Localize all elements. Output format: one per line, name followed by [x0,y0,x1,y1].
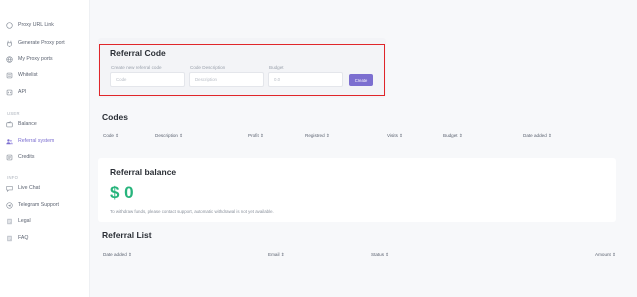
code-input[interactable]: Code [110,72,185,87]
sidebar-item-api[interactable]: API [6,86,26,98]
telegram-icon [6,201,13,209]
sidebar-item-proxy-url-link[interactable]: Proxy URL Link [6,19,54,31]
withdraw-note: To withdraw funds, please contact suppor… [110,209,274,214]
balance-amount: $ 0 [110,183,134,202]
codes-col-visits[interactable]: Visits ⇕ [387,133,403,139]
wallet-icon [6,120,13,128]
codes-col-registred[interactable]: Registred ⇕ [305,133,330,139]
sidebar-item-label: My Proxy ports [18,56,53,62]
users-icon [6,138,13,145]
sidebar-item-referral-system[interactable]: Referral system [6,135,54,147]
sidebar-item-live-chat[interactable]: Live Chat [6,182,40,194]
sidebar-item-balance[interactable]: Balance [6,118,37,130]
list-col-email[interactable]: Email ⇕ [268,252,285,258]
sidebar-item-label: Credits [18,154,35,160]
sidebar-item-credits[interactable]: Credits [6,151,34,163]
sidebar-item-faq[interactable]: FAQ [6,232,28,244]
referral-balance-title: Referral balance [110,167,177,177]
sidebar-item-label: Referral system [18,138,55,144]
codes-col-date-added[interactable]: Date added ⇕ [523,133,552,139]
sidebar-item-label: Whitelist [18,72,38,78]
list-col-date-added[interactable]: Date added ⇕ [103,252,132,258]
sidebar-item-label: Telegram Support [18,202,59,208]
plug-icon [6,40,13,47]
sidebar-section-user: USER [7,111,20,116]
sidebar-item-whitelist[interactable]: Whitelist [6,69,38,81]
sidebar-item-label: Live Chat [18,185,40,191]
budget-input[interactable]: 0.0 [268,72,343,87]
codes-title: Codes [102,112,128,122]
create-button[interactable]: Create [349,74,373,86]
sidebar-item-legal[interactable]: Legal [6,215,31,227]
budget-label: Budget [269,65,284,70]
codes-col-code[interactable]: Code ⇕ [103,133,119,139]
sidebar-item-label: FAQ [18,235,29,241]
sidebar: Proxy URL Link Generate Proxy port My Pr… [0,0,90,297]
codes-col-description[interactable]: Description ⇕ [155,133,183,139]
referral-code-title: Referral Code [110,48,166,58]
referral-list-title: Referral List [102,230,152,240]
question-icon [6,235,13,242]
sidebar-section-info: INFO [7,175,19,180]
codes-col-budget[interactable]: Budget ⇕ [443,133,463,139]
card-icon [6,154,13,161]
link-icon [6,21,13,29]
code-description-label: Code Description [190,65,226,70]
sidebar-item-telegram-support[interactable]: Telegram Support [6,199,59,211]
list-col-amount[interactable]: Amount ⇕ [595,252,616,258]
sidebar-item-generate-proxy-port[interactable]: Generate Proxy port [6,37,65,49]
sidebar-item-label: Legal [18,218,31,224]
codes-col-profit[interactable]: Profit ⇕ [248,133,264,139]
description-input[interactable]: Description [189,72,264,87]
sidebar-item-label: Generate Proxy port [18,40,65,46]
sidebar-item-label: API [18,89,27,95]
create-code-label: Create new referral code [111,65,162,70]
sidebar-item-label: Proxy URL Link [18,22,54,28]
sidebar-item-label: Balance [18,121,37,127]
sidebar-item-my-proxy-ports[interactable]: My Proxy ports [6,53,53,65]
globe-icon [6,55,13,63]
list-col-status[interactable]: Status ⇕ [371,252,389,258]
code-icon [6,89,13,96]
list-icon [6,72,13,79]
chat-icon [6,185,13,192]
doc-icon [6,218,13,225]
